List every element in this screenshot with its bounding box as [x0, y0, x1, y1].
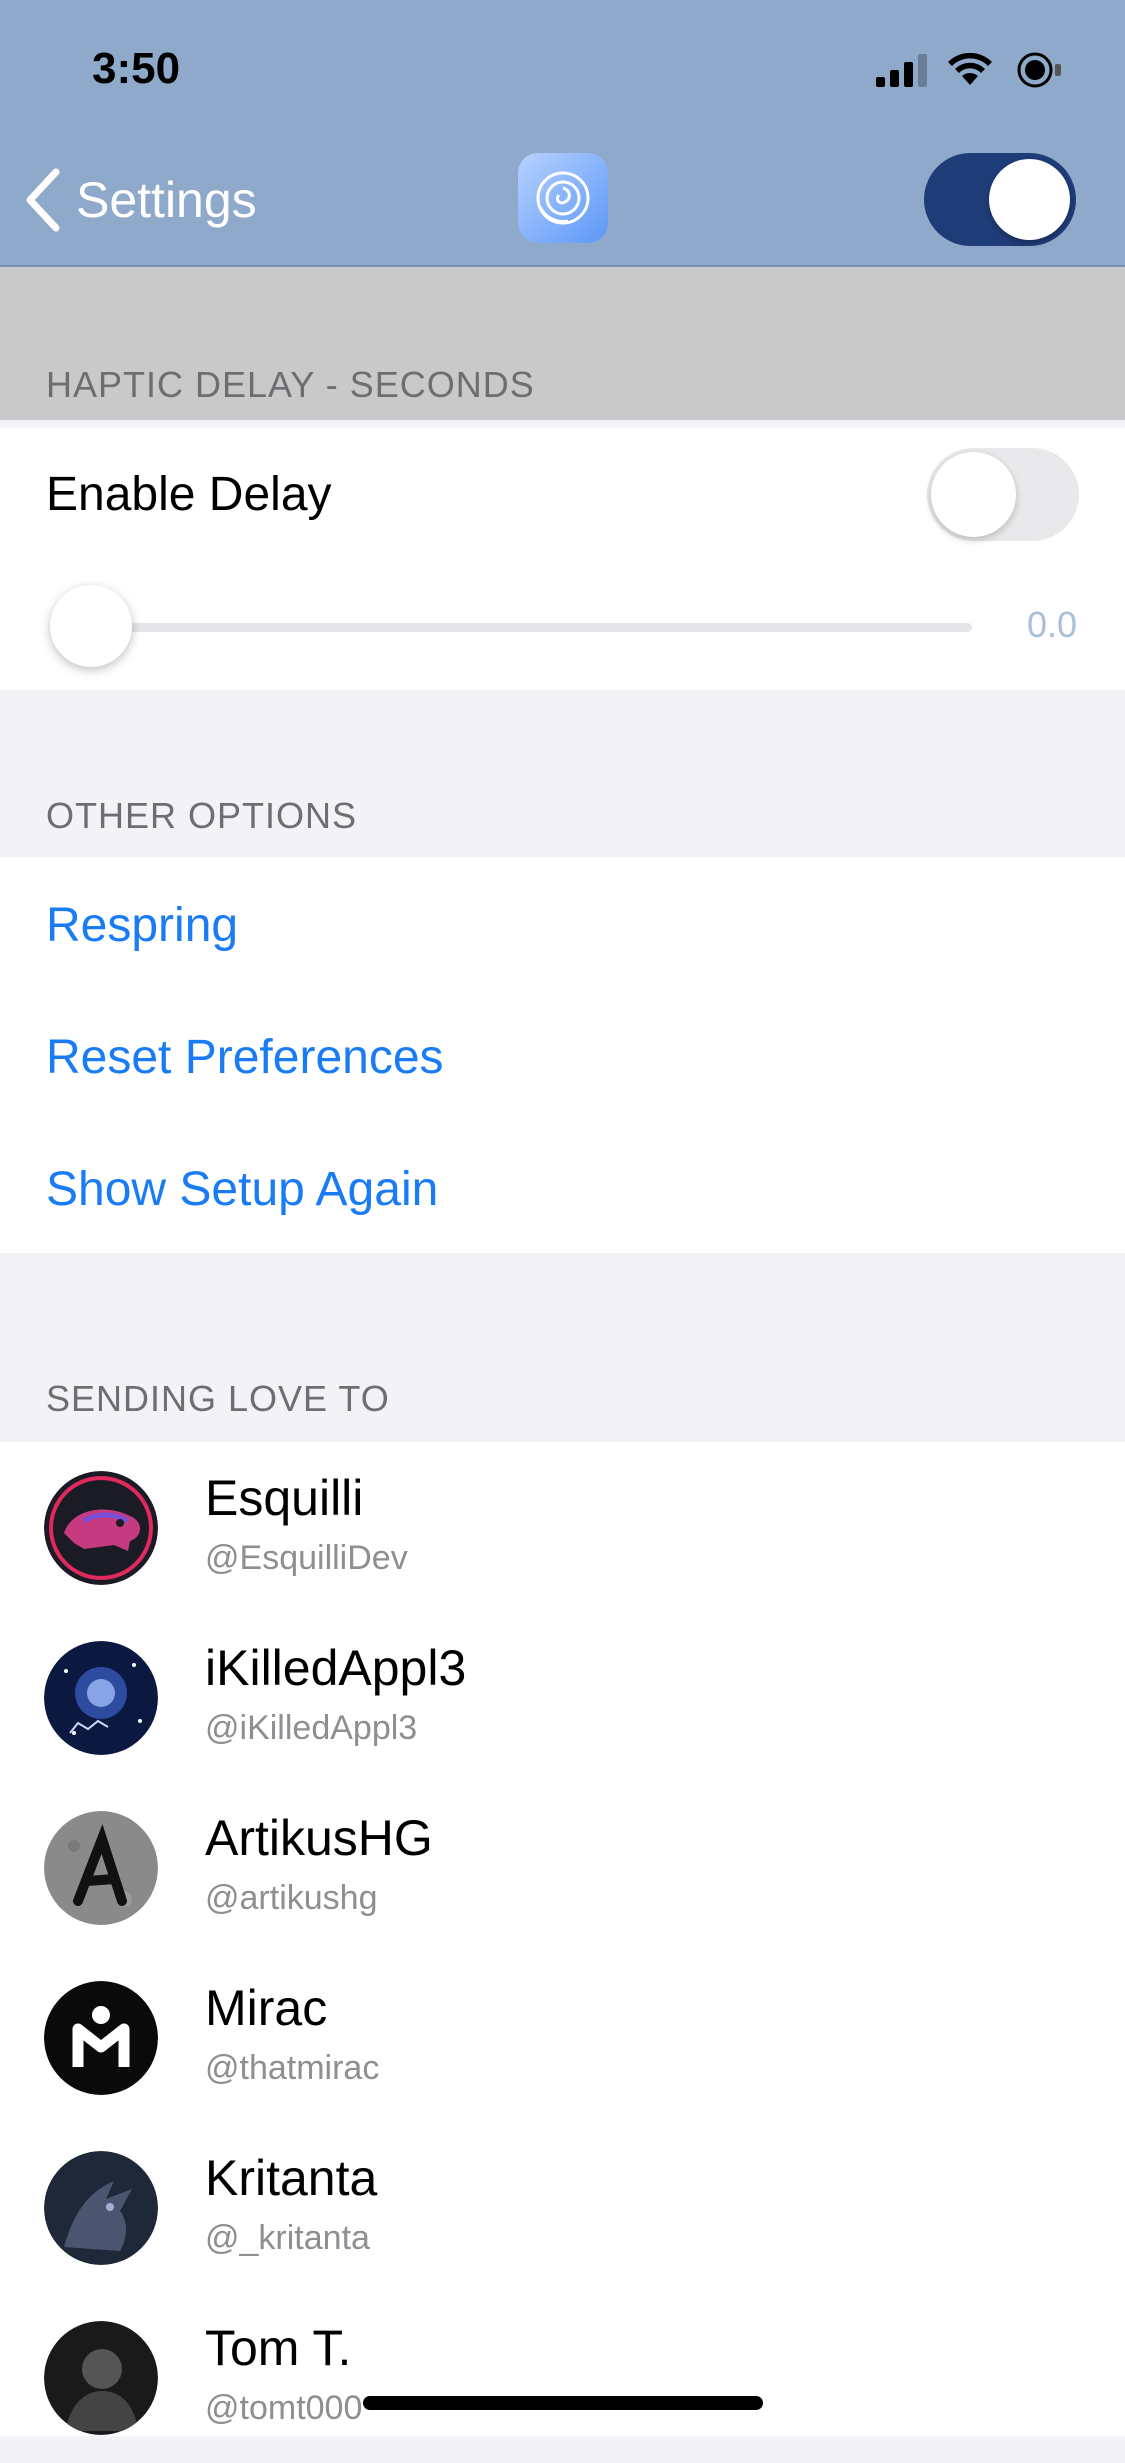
cellular-signal-icon: [876, 53, 927, 87]
wifi-icon: [948, 53, 992, 85]
status-icons: [876, 50, 1065, 90]
credit-handle: @thatmirac: [205, 2049, 380, 2087]
home-indicator[interactable]: [363, 2396, 763, 2410]
credit-row-tom-t[interactable]: Tom T. @tomt000: [0, 2293, 1125, 2463]
credit-row-ikilledappl3[interactable]: iKilledAppl3 @iKilledAppl3: [0, 1613, 1125, 1783]
master-enable-toggle[interactable]: [924, 153, 1076, 246]
section-header-love: SENDING LOVE TO: [46, 1378, 390, 1419]
credit-row-mirac[interactable]: Mirac @thatmirac: [0, 1953, 1125, 2123]
enable-delay-label: Enable Delay: [46, 468, 332, 521]
credit-row-esquilli[interactable]: Esquilli @EsquilliDev: [0, 1443, 1125, 1613]
avatar: [44, 1641, 158, 1755]
avatar: [44, 1471, 158, 1585]
credit-name: Kritanta: [205, 2150, 378, 2206]
rose-icon: [518, 153, 608, 243]
navigation-bar: 3:50 Settings: [0, 0, 1125, 266]
credit-handle: @tomt000: [205, 2389, 363, 2427]
credit-handle: @iKilledAppl3: [205, 1709, 418, 1747]
avatar: [44, 1811, 158, 1925]
respring-button[interactable]: Respring: [46, 898, 238, 953]
delay-slider-track[interactable]: [92, 623, 972, 632]
delay-slider-value: 0.0: [1026, 604, 1077, 645]
status-time: 3:50: [92, 44, 181, 93]
section-header-haptic: HAPTIC DELAY - SECONDS: [46, 364, 535, 405]
credit-name: iKilledAppl3: [205, 1640, 467, 1696]
credit-row-kritanta[interactable]: Kritanta @_kritanta: [0, 2123, 1125, 2293]
toggle-knob: [931, 452, 1016, 537]
back-button-label: Settings: [76, 172, 257, 228]
toggle-knob: [989, 159, 1070, 240]
credit-handle: @artikushg: [205, 1879, 378, 1917]
credit-name: Tom T.: [205, 2320, 352, 2376]
enable-delay-toggle[interactable]: [927, 448, 1079, 541]
credit-handle: @_kritanta: [205, 2219, 370, 2257]
avatar: [44, 2151, 158, 2265]
battery-icon: [1017, 52, 1061, 88]
show-setup-again-button[interactable]: Show Setup Again: [46, 1162, 438, 1217]
avatar: [44, 1981, 158, 2095]
credit-name: ArtikusHG: [205, 1810, 433, 1866]
avatar: [44, 2321, 158, 2435]
credit-name: Mirac: [205, 1980, 328, 2036]
delay-slider-thumb[interactable]: [50, 585, 132, 667]
back-button[interactable]: Settings: [22, 160, 257, 240]
credit-handle: @EsquilliDev: [205, 1539, 408, 1577]
section-header-other: OTHER OPTIONS: [46, 795, 358, 836]
chevron-left-icon: [26, 168, 60, 232]
reset-preferences-button[interactable]: Reset Preferences: [46, 1030, 444, 1085]
credit-name: Esquilli: [205, 1470, 364, 1526]
credit-row-artikushg[interactable]: ArtikusHG @artikushg: [0, 1783, 1125, 1953]
